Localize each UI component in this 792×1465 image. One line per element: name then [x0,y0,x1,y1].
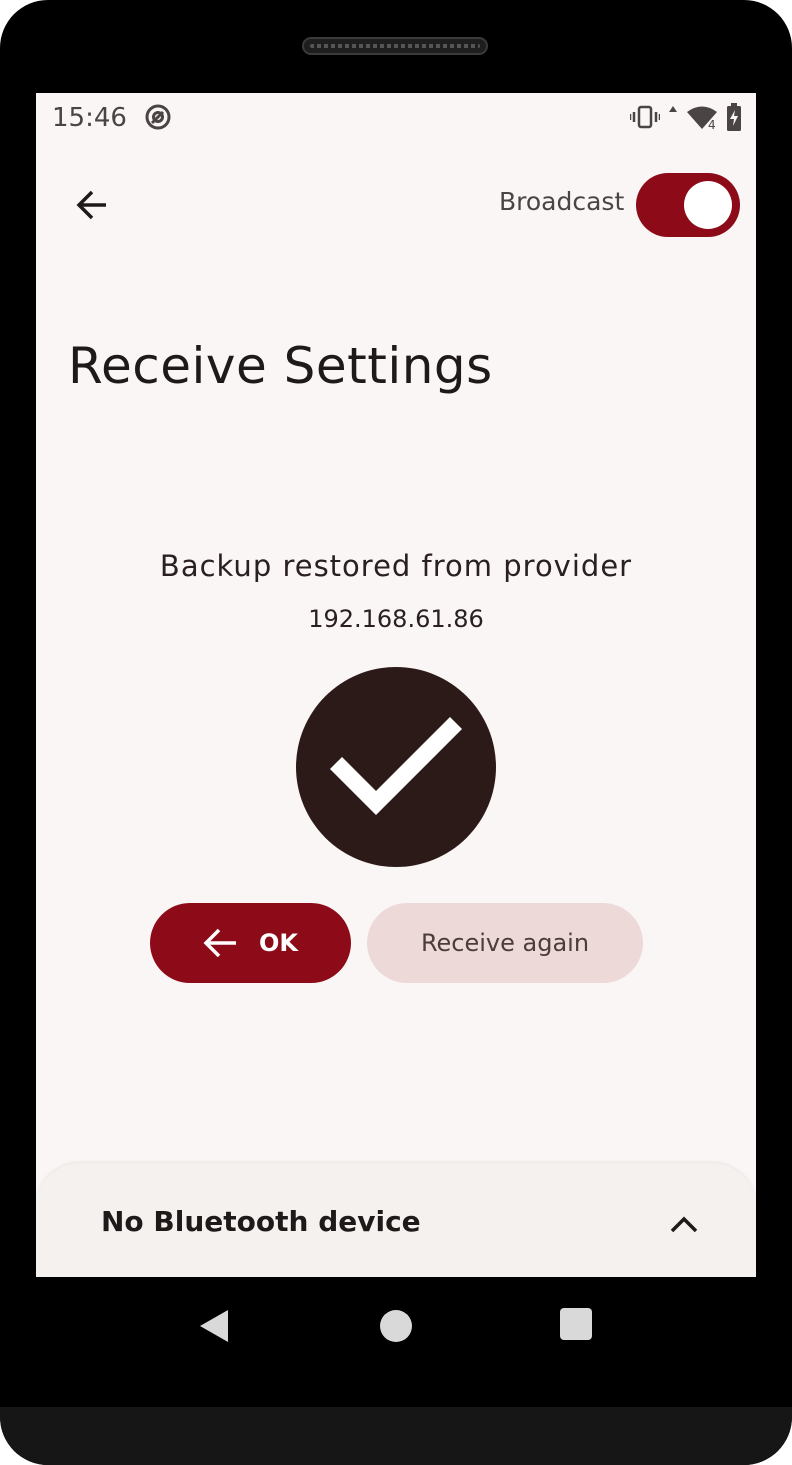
ok-button[interactable]: OK [150,903,351,983]
app-screen: 15:46 4 Broadcast Receive Settings Backu… [36,93,756,1277]
arrow-left-icon [76,190,106,220]
broadcast-toggle[interactable] [636,173,740,237]
broadcast-label: Broadcast [499,187,625,216]
ok-button-label: OK [259,929,298,957]
nav-back-icon[interactable] [196,1306,236,1346]
arrow-left-icon [203,928,236,958]
wifi-icon: 4 [687,106,717,130]
vibrate-icon [630,105,660,129]
receive-again-button[interactable]: Receive again [367,903,643,983]
toggle-knob [684,181,732,229]
page-title: Receive Settings [68,337,493,395]
battery-charging-icon [727,103,741,131]
status-icons: 4 [630,103,742,131]
checkmark-icon [329,716,463,816]
success-indicator [296,667,496,867]
phone-frame: 15:46 4 Broadcast Receive Settings Backu… [0,0,792,1465]
network-badge: 4 [708,118,716,130]
bluetooth-status-label: No Bluetooth device [101,1205,421,1238]
ip-address: 192.168.61.86 [308,605,484,633]
phone-speaker [302,37,488,55]
status-time: 15:46 [52,103,127,133]
nav-home-icon[interactable] [380,1310,412,1342]
chevron-up-icon[interactable] [666,1207,702,1243]
nav-recents-icon[interactable] [560,1308,592,1340]
bluetooth-sheet[interactable]: No Bluetooth device [36,1163,756,1277]
phone-chin [0,1407,792,1465]
at-sign-icon [145,104,171,130]
back-button[interactable] [66,179,118,231]
status-message: Backup restored from provider [159,549,633,583]
signal-icon [669,106,677,112]
